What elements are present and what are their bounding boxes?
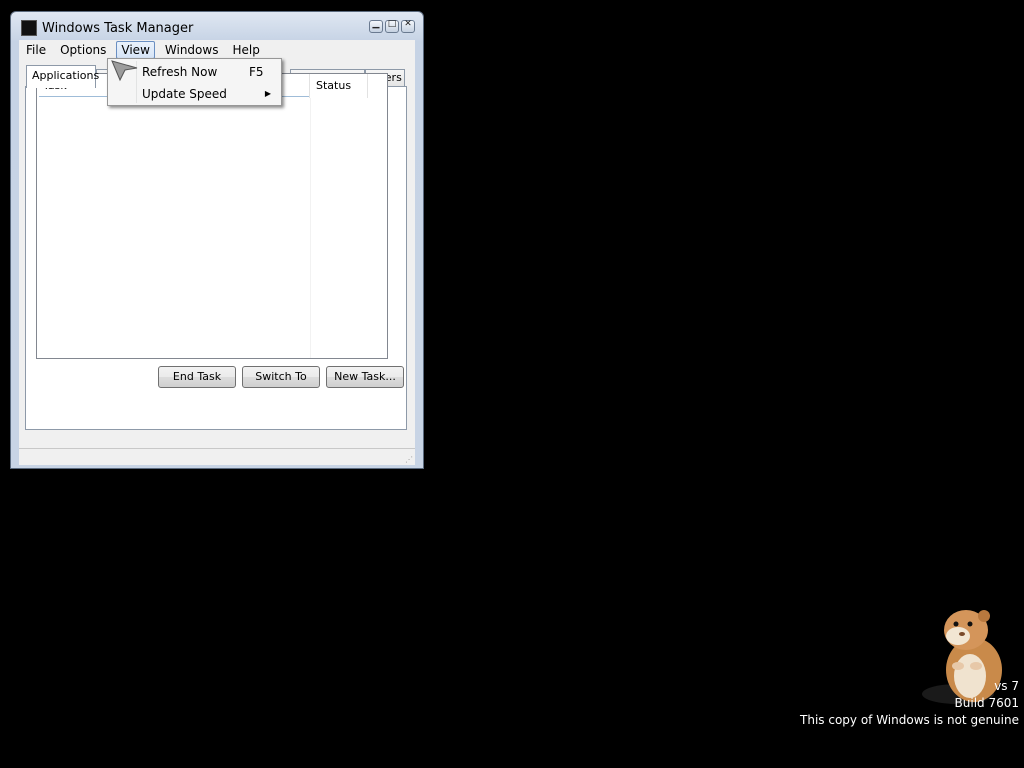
watermark-line-3: This copy of Windows is not genuine (800, 713, 1019, 727)
close-button[interactable]: ✕ (401, 19, 415, 33)
client-area: Applications P Networking Users Task Sta… (19, 60, 415, 448)
window-title: Windows Task Manager (42, 21, 194, 36)
task-manager-app-icon (21, 20, 37, 36)
menu-help[interactable]: Help (225, 41, 266, 59)
mouse-cursor-icon (111, 60, 138, 82)
status-bar: ⋰ (19, 448, 415, 465)
new-task-button[interactable]: New Task... (326, 366, 404, 388)
watermark-line-2: Build 7601 (954, 696, 1019, 710)
minimize-button[interactable]: ▁ (369, 19, 383, 33)
refresh-now-shortcut: F5 (249, 65, 264, 79)
update-speed-label: Update Speed (142, 87, 227, 101)
caption-buttons: ▁ □ ✕ (369, 19, 415, 33)
tab-applications[interactable]: Applications (26, 65, 99, 88)
switch-to-button[interactable]: Switch To (242, 366, 320, 388)
column-header-status[interactable]: Status (310, 74, 368, 98)
refresh-now-label: Refresh Now (142, 65, 218, 79)
watermark-line-1: vs 7 (994, 679, 1019, 693)
task-list[interactable]: Task Status (36, 73, 388, 359)
menu-options[interactable]: Options (53, 41, 113, 59)
close-icon: ✕ (404, 19, 412, 29)
submenu-arrow-icon: ▶ (264, 89, 271, 98)
maximize-icon: □ (387, 19, 397, 29)
menu-view[interactable]: View (116, 41, 155, 59)
maximize-button[interactable]: □ (385, 19, 399, 33)
windows-genuine-watermark: vs 7 Build 7601 This copy of Windows is … (800, 678, 1019, 729)
resize-grip-icon[interactable]: ⋰ (405, 455, 413, 464)
minimize-icon: ▁ (372, 19, 380, 29)
menu-bar: File Options View Windows Help (19, 40, 415, 60)
end-task-button[interactable]: End Task (158, 366, 236, 388)
menu-windows[interactable]: Windows (158, 41, 226, 59)
column-divider (310, 98, 311, 358)
menu-file[interactable]: File (19, 41, 53, 59)
menu-item-update-speed[interactable]: Update Speed ▶ (110, 83, 279, 105)
